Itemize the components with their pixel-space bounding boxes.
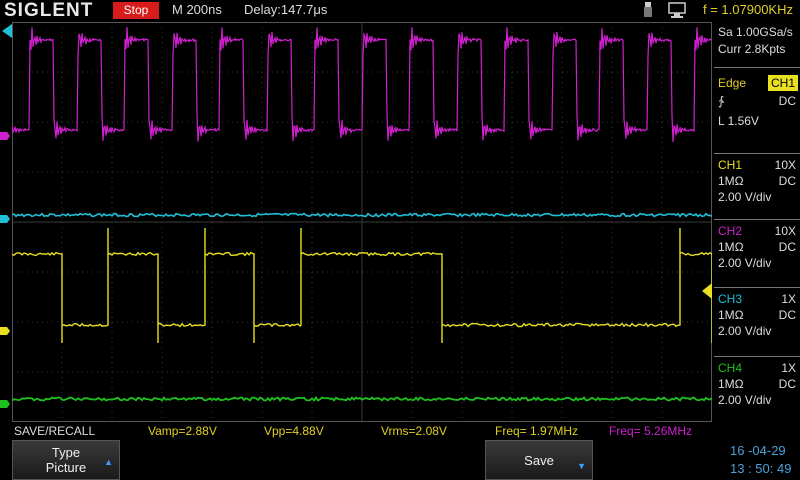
ch1-probe: 10X xyxy=(774,158,796,172)
counter-frequency: f = 1.07900KHz xyxy=(703,2,793,17)
ch1-info[interactable]: CH1 10X 1MΩ DC 2.00 V/div xyxy=(714,153,800,219)
ch2-offset-marker[interactable] xyxy=(0,132,10,140)
usb-icon xyxy=(644,2,652,17)
softkey-menu: Type Picture ▲︎ Save ▼︎ xyxy=(0,440,800,480)
sample-rate: Sa 1.00GSa/s xyxy=(718,25,793,39)
menu-title: SAVE/RECALL xyxy=(14,424,96,438)
ch4-vdiv: 2.00 V/div xyxy=(718,393,772,407)
measure-vrms: Vrms=2.08V xyxy=(381,424,447,438)
trigger-level: L 1.56V xyxy=(718,114,759,128)
trigger-source: CH1 xyxy=(768,75,798,91)
run-stop-indicator[interactable]: Stop xyxy=(113,2,159,19)
trigger-coupling: DC xyxy=(778,94,796,108)
date-time: 16 -04-29 13 : 50: 49 xyxy=(730,442,791,478)
ch2-info[interactable]: CH2 10X 1MΩ DC 2.00 V/div xyxy=(714,219,800,285)
chevron-down-icon: ▼︎ xyxy=(577,461,586,471)
ch2-label: CH2 xyxy=(718,224,743,238)
ch1-vdiv: 2.00 V/div xyxy=(718,190,772,204)
trigger-type: Edge xyxy=(718,76,747,90)
ch3-probe: 1X xyxy=(781,292,796,306)
channel-markers xyxy=(0,24,12,408)
waveform-display[interactable] xyxy=(12,22,712,422)
status-bar: SIGLENT Stop M 200ns Delay:147.7μs f = 1… xyxy=(0,0,800,22)
trigger-level-marker[interactable] xyxy=(700,282,712,300)
network-printer-icon xyxy=(668,2,686,18)
measure-freq-ch2: Freq= 5.26MHz xyxy=(609,424,693,438)
trigger-position-marker[interactable] xyxy=(2,24,12,38)
ch4-coupling: DC xyxy=(778,377,796,391)
ch2-vdiv: 2.00 V/div xyxy=(718,256,772,270)
ch3-info[interactable]: CH3 1X 1MΩ DC 2.00 V/div xyxy=(714,287,800,353)
delay-readout: Delay:147.7μs xyxy=(244,2,328,17)
ch1-coupling: DC xyxy=(778,174,796,188)
ch1-label: CH1 xyxy=(718,158,743,172)
ch2-probe: 10X xyxy=(774,224,796,238)
ch3-offset-marker[interactable] xyxy=(0,215,10,223)
ch3-vdiv: 2.00 V/div xyxy=(718,324,772,338)
ch2-impedance: 1MΩ xyxy=(718,240,744,254)
right-info-panel: Sa 1.00GSa/s Curr 2.8Kpts Edge CH1 ∱ DC … xyxy=(712,22,800,422)
type-softkey[interactable]: Type Picture ▲︎ xyxy=(12,440,120,480)
ch1-impedance: 1MΩ xyxy=(718,174,744,188)
measure-freq-ch1: Freq= 1.97MHz xyxy=(495,424,579,438)
trigger-info[interactable]: Edge CH1 ∱ DC L 1.56V xyxy=(714,67,800,161)
save-softkey[interactable]: Save ▼︎ xyxy=(485,440,593,480)
ch4-label: CH4 xyxy=(718,361,743,375)
date-readout: 16 -04-29 xyxy=(730,443,786,458)
trigger-slope-icon: ∱ xyxy=(718,94,725,108)
ch2-coupling: DC xyxy=(778,240,796,254)
chevron-icon: ▲︎ xyxy=(104,457,113,467)
measurement-bar: SAVE/RECALL Vamp=2.88V Vpp=4.88V Vrms=2.… xyxy=(0,422,712,440)
ch3-label: CH3 xyxy=(718,292,743,306)
brand-logo: SIGLENT xyxy=(4,0,94,21)
ch4-offset-marker[interactable] xyxy=(0,400,10,408)
ch4-impedance: 1MΩ xyxy=(718,377,744,391)
timebase-readout: M 200ns xyxy=(172,2,222,17)
ch3-impedance: 1MΩ xyxy=(718,308,744,322)
ch3-coupling: DC xyxy=(778,308,796,322)
time-readout: 13 : 50: 49 xyxy=(730,461,792,476)
ch4-probe: 1X xyxy=(781,361,796,375)
ch1-offset-marker[interactable] xyxy=(0,327,10,335)
ch4-info[interactable]: CH4 1X 1MΩ DC 2.00 V/div xyxy=(714,356,800,422)
measure-vamp: Vamp=2.88V xyxy=(148,424,217,438)
memory-depth: Curr 2.8Kpts xyxy=(718,42,786,56)
measure-vpp: Vpp=4.88V xyxy=(264,424,324,438)
graticule xyxy=(12,22,712,422)
